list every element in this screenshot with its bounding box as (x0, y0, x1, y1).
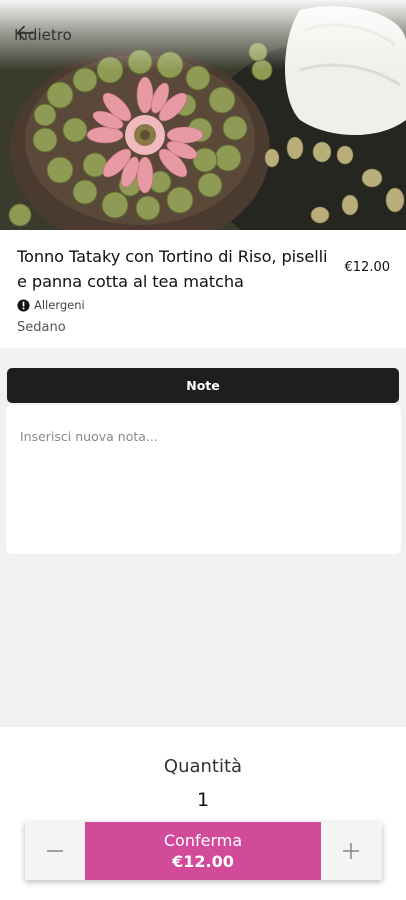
info-alert-icon (17, 298, 30, 312)
allergens-toggle[interactable]: Allergeni (17, 296, 390, 314)
quantity-label: Quantità (163, 756, 243, 777)
notes-header-label: Note (186, 378, 220, 393)
confirm-price: €12.00 (172, 851, 234, 871)
back-button[interactable]: Indietro (14, 22, 72, 48)
arrow-left-icon (16, 25, 34, 41)
quantity-stepper: Conferma €12.00 (25, 822, 382, 880)
product-image: Indietro (0, 0, 406, 230)
confirm-button[interactable]: Conferma €12.00 (85, 822, 321, 880)
note-input[interactable] (20, 429, 387, 530)
allergen-item: Sedano (17, 320, 66, 335)
order-footer: Quantità 1 Conferma €12.00 (0, 727, 406, 900)
confirm-label: Conferma (163, 830, 243, 850)
note-box (6, 405, 401, 554)
allergens-label: Allergeni (34, 298, 85, 312)
notes-header: Note (7, 368, 399, 403)
plus-icon (343, 843, 359, 859)
product-price: €12.00 (344, 260, 391, 275)
quantity-value: 1 (196, 789, 210, 811)
increase-quantity-button[interactable] (321, 822, 381, 880)
decrease-quantity-button[interactable] (25, 822, 85, 880)
product-info: Tonno Tataky con Tortino di Riso, pisell… (0, 230, 406, 348)
product-title: Tonno Tataky con Tortino di Riso, pisell… (17, 247, 328, 291)
minus-icon (47, 850, 63, 852)
